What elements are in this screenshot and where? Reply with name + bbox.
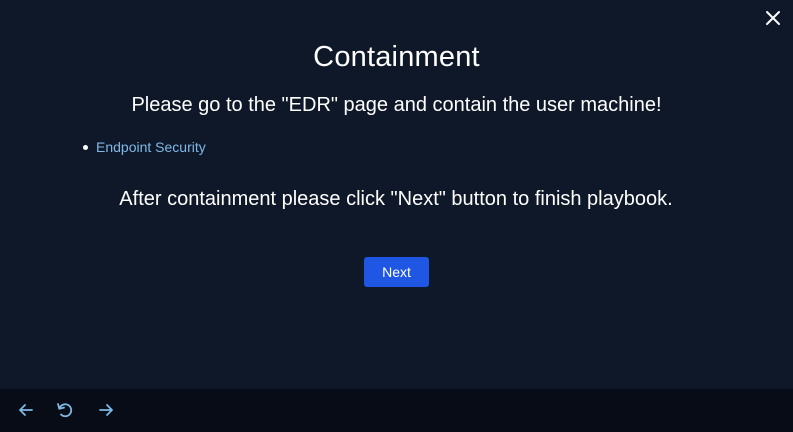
- dialog-title: Containment: [313, 41, 480, 73]
- endpoint-security-link[interactable]: Endpoint Security: [96, 139, 206, 155]
- bullet-icon: [83, 144, 88, 150]
- instruction-text: Please go to the "EDR" page and contain …: [131, 94, 662, 116]
- reload-icon: [57, 403, 73, 418]
- link-list: Endpoint Security: [83, 139, 206, 155]
- reload-button[interactable]: [53, 398, 77, 422]
- back-button[interactable]: [14, 398, 38, 422]
- bottom-nav-bar: [0, 389, 793, 432]
- list-item: Endpoint Security: [83, 139, 206, 155]
- arrow-right-icon: [99, 404, 113, 416]
- next-button[interactable]: Next: [364, 257, 429, 287]
- close-button[interactable]: [763, 8, 783, 28]
- containment-dialog: Containment Please go to the "EDR" page …: [0, 0, 793, 389]
- forward-button[interactable]: [94, 398, 118, 422]
- followup-text: After containment please click "Next" bu…: [119, 188, 673, 210]
- close-icon: [766, 11, 780, 25]
- arrow-left-icon: [19, 404, 33, 416]
